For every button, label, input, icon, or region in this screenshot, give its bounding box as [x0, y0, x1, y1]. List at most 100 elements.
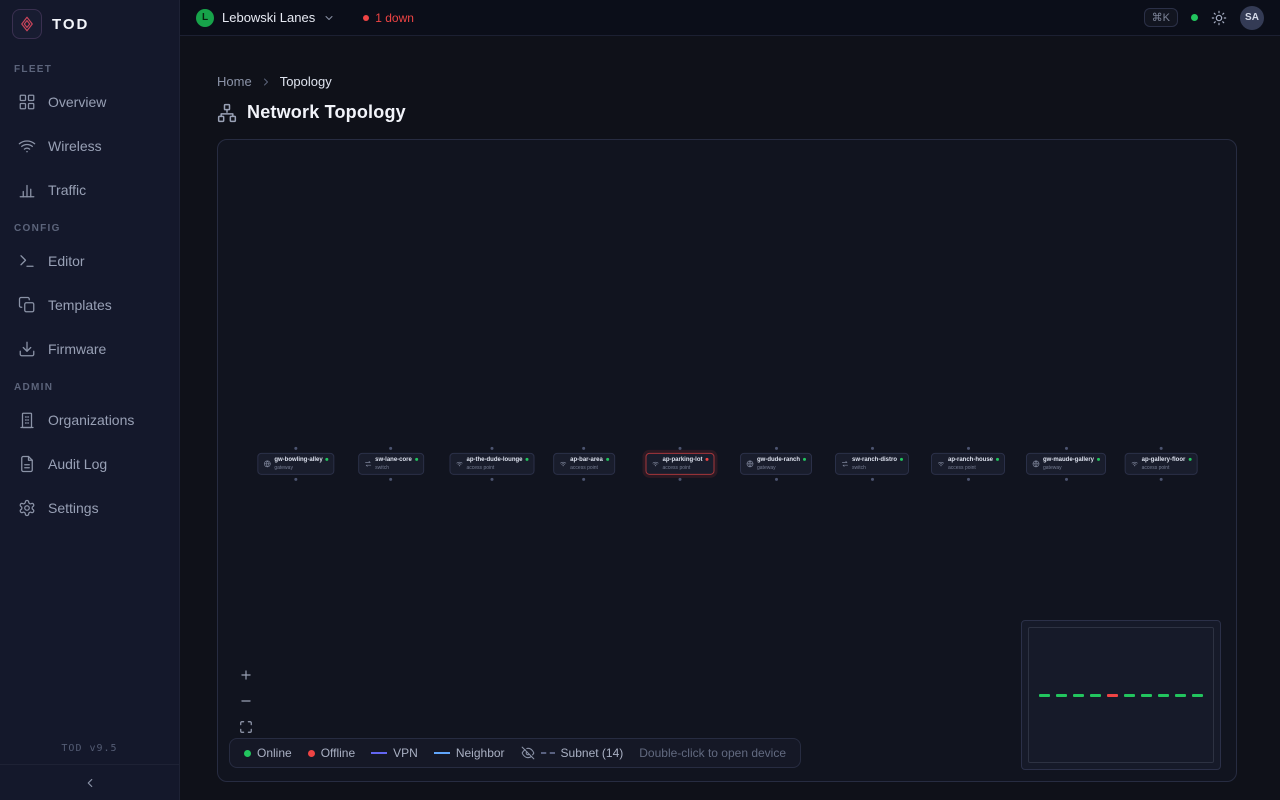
breadcrumb-home-link[interactable]: Home: [217, 74, 252, 89]
sidebar-item-organizations[interactable]: Organizations: [10, 403, 169, 437]
port-handle-bottom[interactable]: [390, 478, 393, 481]
topology-canvas[interactable]: gw-bowling-alleygateway sw-lane-coreswitc…: [217, 139, 1237, 782]
topology-node[interactable]: gw-maude-gallerygateway: [1026, 453, 1106, 475]
plus-icon: [239, 668, 253, 682]
app-root: TOD FLEETOverviewWirelessTrafficCONFIGEd…: [0, 0, 1280, 800]
chevron-down-icon: [323, 12, 335, 24]
sidebar-collapse-button[interactable]: [0, 764, 179, 800]
topology-node[interactable]: ap-bar-areaaccess point: [553, 453, 615, 475]
sidebar-item-overview[interactable]: Overview: [10, 85, 169, 119]
sidebar-item-firmware[interactable]: Firmware: [10, 332, 169, 366]
breadcrumb-current: Topology: [280, 74, 332, 89]
minimap-node: [1141, 694, 1152, 697]
node-detail: gateway: [1043, 465, 1094, 472]
sidebar-item-audit-log[interactable]: Audit Log: [10, 447, 169, 481]
sidebar-item-traffic[interactable]: Traffic: [10, 173, 169, 207]
port-handle-top[interactable]: [491, 447, 494, 450]
user-avatar[interactable]: SA: [1240, 6, 1264, 30]
topology-node[interactable]: ap-ranch-houseaccess point: [931, 453, 1005, 475]
topology-node[interactable]: sw-lane-coreswitch: [358, 453, 424, 475]
topbar: L Lebowski Lanes 1 down ⌘K: [180, 0, 1280, 36]
org-switcher[interactable]: L Lebowski Lanes: [196, 9, 335, 27]
legend-online: Online: [244, 746, 292, 760]
topology-node[interactable]: ap-the-dude-loungeaccess point: [450, 453, 535, 475]
ap-icon: [652, 460, 660, 468]
sidebar-item-label: Organizations: [48, 412, 134, 428]
topology-node-wrapper: ap-parking-lotaccess point: [646, 447, 715, 481]
sidebar-item-templates[interactable]: Templates: [10, 288, 169, 322]
sidebar-item-label: Settings: [48, 500, 99, 516]
topology-node[interactable]: ap-parking-lotaccess point: [646, 453, 715, 475]
node-status-dot: [326, 458, 329, 461]
switch-icon: [841, 460, 849, 468]
sidebar-item-label: Wireless: [48, 138, 102, 154]
port-handle-top[interactable]: [679, 447, 682, 450]
topology-node-wrapper: gw-dude-ranchgateway: [740, 447, 812, 481]
minimap-node: [1039, 694, 1050, 697]
node-detail: access point: [663, 465, 703, 472]
topology-node-wrapper: sw-ranch-distroswitch: [835, 447, 909, 481]
app-logo[interactable]: TOD: [0, 0, 179, 48]
node-name: ap-bar-area: [570, 457, 603, 465]
app-name: TOD: [52, 16, 89, 33]
zoom-out-button[interactable]: [236, 691, 256, 711]
topology-icon: [217, 103, 237, 123]
ap-icon: [937, 460, 945, 468]
topology-node[interactable]: sw-ranch-distroswitch: [835, 453, 909, 475]
copy-icon: [18, 296, 36, 314]
chevron-right-icon: [260, 76, 272, 88]
port-handle-bottom[interactable]: [491, 478, 494, 481]
minimap[interactable]: [1021, 620, 1221, 770]
port-handle-bottom[interactable]: [295, 478, 298, 481]
theme-toggle-button[interactable]: [1211, 10, 1227, 26]
legend-vpn: VPN: [371, 746, 418, 760]
port-handle-top[interactable]: [1160, 447, 1163, 450]
fit-view-button[interactable]: [236, 717, 256, 737]
port-handle-bottom[interactable]: [775, 478, 778, 481]
node-detail: switch: [852, 465, 897, 472]
port-handle-bottom[interactable]: [679, 478, 682, 481]
topology-node-wrapper: sw-lane-coreswitch: [358, 447, 424, 481]
command-palette-button[interactable]: ⌘K: [1144, 8, 1178, 27]
main-column: L Lebowski Lanes 1 down ⌘K: [180, 0, 1280, 800]
port-handle-top[interactable]: [966, 447, 969, 450]
sidebar-item-label: Editor: [48, 253, 85, 269]
topology-node[interactable]: gw-dude-ranchgateway: [740, 453, 812, 475]
eye-off-icon[interactable]: [521, 746, 535, 760]
port-handle-bottom[interactable]: [1160, 478, 1163, 481]
node-name: sw-ranch-distro: [852, 457, 897, 465]
port-handle-top[interactable]: [775, 447, 778, 450]
topology-node[interactable]: ap-gallery-flooraccess point: [1125, 453, 1198, 475]
port-handle-top[interactable]: [1064, 447, 1067, 450]
down-devices-label: 1 down: [375, 11, 414, 25]
node-detail: switch: [375, 465, 412, 472]
port-handle-bottom[interactable]: [966, 478, 969, 481]
vpn-line-icon: [371, 752, 387, 754]
port-handle-top[interactable]: [295, 447, 298, 450]
nav-section-label: FLEET: [14, 64, 165, 75]
port-handle-top[interactable]: [583, 447, 586, 450]
sidebar-item-wireless[interactable]: Wireless: [10, 129, 169, 163]
node-status-dot: [900, 458, 903, 461]
sidebar-item-editor[interactable]: Editor: [10, 244, 169, 278]
zoom-in-button[interactable]: [236, 665, 256, 685]
minus-icon: [239, 694, 253, 708]
ap-icon: [559, 460, 567, 468]
gear-icon: [18, 499, 36, 517]
port-handle-top[interactable]: [390, 447, 393, 450]
gateway-icon: [746, 460, 754, 468]
port-handle-bottom[interactable]: [870, 478, 873, 481]
port-handle-top[interactable]: [870, 447, 873, 450]
down-devices-alert[interactable]: 1 down: [363, 11, 414, 25]
ap-icon: [1131, 460, 1139, 468]
port-handle-bottom[interactable]: [583, 478, 586, 481]
sidebar-item-settings[interactable]: Settings: [10, 491, 169, 525]
legend-offline: Offline: [308, 746, 355, 760]
topology-node-wrapper: ap-bar-areaaccess point: [553, 447, 615, 481]
legend-vpn-label: VPN: [393, 746, 418, 760]
port-handle-bottom[interactable]: [1064, 478, 1067, 481]
gateway-icon: [263, 460, 271, 468]
breadcrumb: Home Topology: [217, 74, 1237, 89]
topology-node[interactable]: gw-bowling-alleygateway: [257, 453, 334, 475]
topbar-actions: ⌘K SA: [1144, 6, 1264, 30]
